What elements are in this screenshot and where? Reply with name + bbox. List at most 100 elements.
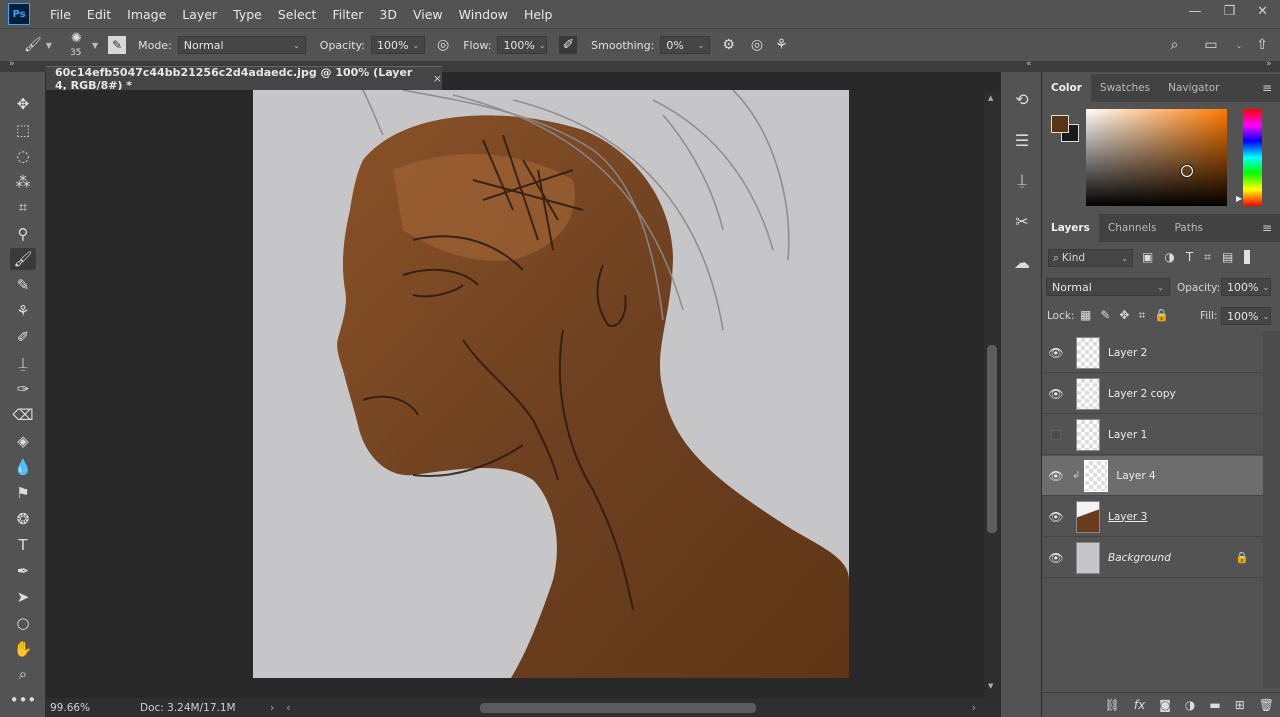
- pen-tool-icon[interactable]: ✒: [10, 560, 36, 582]
- lock-artboard-icon[interactable]: ⌗: [1138, 308, 1145, 323]
- eye-icon[interactable]: 👁: [1042, 469, 1070, 483]
- layer-opacity-field[interactable]: 100% ⌄: [1221, 278, 1271, 296]
- marquee-tool-icon[interactable]: ⬚: [10, 119, 36, 141]
- zoom-tool-icon[interactable]: ⌕: [10, 663, 36, 685]
- crop-tool-icon[interactable]: ⌗: [10, 196, 36, 218]
- brush-tool-preset-icon[interactable]: 🖌: [24, 37, 42, 53]
- foreground-color-swatch[interactable]: [1051, 115, 1069, 133]
- chevron-down-icon[interactable]: ▼: [46, 41, 52, 50]
- brush-tool-icon[interactable]: 🖌: [10, 248, 36, 270]
- close-window-button[interactable]: ✕: [1257, 4, 1268, 19]
- link-layers-icon[interactable]: ⛓: [1105, 698, 1120, 712]
- layer-row[interactable]: 👁 Background 🔒: [1042, 538, 1263, 578]
- fill-field[interactable]: 100% ⌄: [1221, 307, 1271, 325]
- filter-adjustment-icon[interactable]: ◑: [1164, 250, 1174, 265]
- layer-row[interactable]: 👁 Layer 2: [1042, 333, 1263, 373]
- hue-slider-handle[interactable]: ▶: [1236, 194, 1242, 203]
- panel-menu-icon[interactable]: ≡: [1262, 221, 1272, 235]
- clone-source-panel-icon[interactable]: ⍊: [1009, 167, 1035, 193]
- eye-icon[interactable]: 👁: [1042, 551, 1070, 565]
- scroll-right-icon[interactable]: ›: [972, 702, 976, 714]
- gear-icon[interactable]: ⚙: [722, 37, 735, 53]
- menu-window[interactable]: Window: [459, 7, 508, 22]
- sponge-tool-icon[interactable]: ❂: [10, 508, 36, 530]
- menu-file[interactable]: File: [50, 7, 71, 22]
- history-brush-tool-icon[interactable]: ✐: [10, 326, 36, 348]
- pressure-size-icon[interactable]: ◎: [751, 37, 763, 53]
- tab-swatches[interactable]: Swatches: [1091, 74, 1159, 102]
- document-tab[interactable]: 60c14efb5047c44bb21256c2d4adaedc.jpg @ 1…: [46, 66, 442, 92]
- new-layer-icon[interactable]: ⊞: [1235, 698, 1245, 712]
- menu-3d[interactable]: 3D: [379, 7, 397, 22]
- menu-filter[interactable]: Filter: [332, 7, 363, 22]
- brush-panel-toggle-icon[interactable]: ✎: [108, 36, 127, 54]
- layer-row[interactable]: Layer 1: [1042, 415, 1263, 455]
- eye-icon[interactable]: 👁: [1042, 346, 1070, 360]
- clone-stamp-tool-icon[interactable]: ⍊: [10, 352, 36, 374]
- lock-transparent-icon[interactable]: ▦: [1080, 308, 1091, 323]
- menu-type[interactable]: Type: [233, 7, 262, 22]
- layer-row[interactable]: 👁 Layer 2 copy: [1042, 374, 1263, 414]
- lock-position-icon[interactable]: ✥: [1119, 308, 1129, 323]
- filter-toggle-icon[interactable]: [1244, 250, 1251, 264]
- pressure-opacity-icon[interactable]: ◎: [437, 37, 449, 53]
- visibility-toggle-off[interactable]: [1051, 429, 1061, 440]
- close-icon[interactable]: ×: [433, 72, 442, 85]
- search-icon[interactable]: ⌕: [1170, 37, 1178, 53]
- filter-smart-object-icon[interactable]: ▤: [1222, 250, 1233, 265]
- eye-icon[interactable]: 👁: [1042, 510, 1070, 524]
- magic-wand-tool-icon[interactable]: ⁂: [10, 171, 36, 193]
- brush-size-picker[interactable]: ✺ 35: [68, 31, 88, 59]
- paint-bucket-tool-icon[interactable]: ◈: [10, 430, 36, 452]
- libraries-panel-icon[interactable]: ☁: [1009, 249, 1035, 275]
- new-adjustment-layer-icon[interactable]: ◑: [1185, 698, 1195, 712]
- more-tools-icon[interactable]: •••: [10, 689, 37, 711]
- panel-menu-icon[interactable]: ≡: [1262, 81, 1272, 95]
- zoom-level[interactable]: 99.66%: [50, 702, 130, 714]
- blend-mode-select[interactable]: Normal ⌄: [1046, 278, 1170, 296]
- layer-row[interactable]: 👁 Layer 3: [1042, 497, 1263, 537]
- symmetry-butterfly-icon[interactable]: ⚘: [775, 37, 788, 53]
- lasso-tool-icon[interactable]: ◌: [10, 145, 36, 167]
- opacity-field[interactable]: 100% ⌄: [371, 36, 425, 54]
- dodge-tool-icon[interactable]: ⚑: [10, 482, 36, 504]
- layer-filter-select[interactable]: ⌕ Kind ⌄: [1048, 249, 1133, 267]
- collapse-right-icon[interactable]: »: [1266, 59, 1272, 69]
- trash-icon[interactable]: 🗑: [1259, 698, 1274, 712]
- chevron-down-icon[interactable]: ⌄: [1236, 41, 1243, 50]
- move-tool-icon[interactable]: ✥: [10, 93, 36, 115]
- hue-slider[interactable]: [1243, 109, 1262, 206]
- menu-view[interactable]: View: [413, 7, 443, 22]
- ellipse-tool-icon[interactable]: ○: [10, 612, 36, 634]
- smoothing-field[interactable]: 0% ⌄: [660, 36, 711, 54]
- horizontal-scroll-thumb[interactable]: [480, 703, 756, 713]
- restore-button[interactable]: ❐: [1223, 4, 1235, 19]
- vertical-scroll-thumb[interactable]: [987, 345, 997, 533]
- scroll-left-icon[interactable]: ‹: [286, 702, 290, 714]
- brush-settings-panel-icon[interactable]: ☰: [1009, 127, 1035, 153]
- tab-navigator[interactable]: Navigator: [1159, 74, 1228, 102]
- path-selection-tool-icon[interactable]: ➤: [10, 586, 36, 608]
- menu-select[interactable]: Select: [278, 7, 317, 22]
- tab-paths[interactable]: Paths: [1165, 214, 1212, 242]
- filter-pixel-icon[interactable]: ▣: [1142, 250, 1153, 265]
- flow-field[interactable]: 100% ⌄: [497, 36, 548, 54]
- mode-select[interactable]: Normal ⌄: [177, 36, 306, 54]
- expand-tools-icon[interactable]: »: [9, 59, 15, 69]
- lock-image-icon[interactable]: ✎: [1100, 308, 1110, 323]
- share-icon[interactable]: ⇧: [1256, 37, 1268, 53]
- color-picker-field[interactable]: [1086, 109, 1227, 206]
- new-group-icon[interactable]: ▬: [1209, 698, 1220, 712]
- eraser-tool-icon[interactable]: ⌫: [10, 404, 36, 426]
- menu-layer[interactable]: Layer: [182, 7, 217, 22]
- tab-layers[interactable]: Layers: [1042, 214, 1099, 242]
- status-info-arrow-icon[interactable]: ›: [270, 702, 274, 714]
- eye-icon[interactable]: 👁: [1042, 387, 1070, 401]
- lock-all-icon[interactable]: 🔒: [1154, 308, 1169, 323]
- type-tool-icon[interactable]: T: [10, 534, 36, 556]
- blur-tool-icon[interactable]: 💧: [10, 456, 36, 478]
- scroll-up-icon[interactable]: ▲: [988, 94, 993, 102]
- collapse-left-icon[interactable]: «: [1026, 59, 1032, 69]
- color-picker-cursor[interactable]: [1181, 165, 1193, 177]
- tab-color[interactable]: Color: [1042, 74, 1091, 102]
